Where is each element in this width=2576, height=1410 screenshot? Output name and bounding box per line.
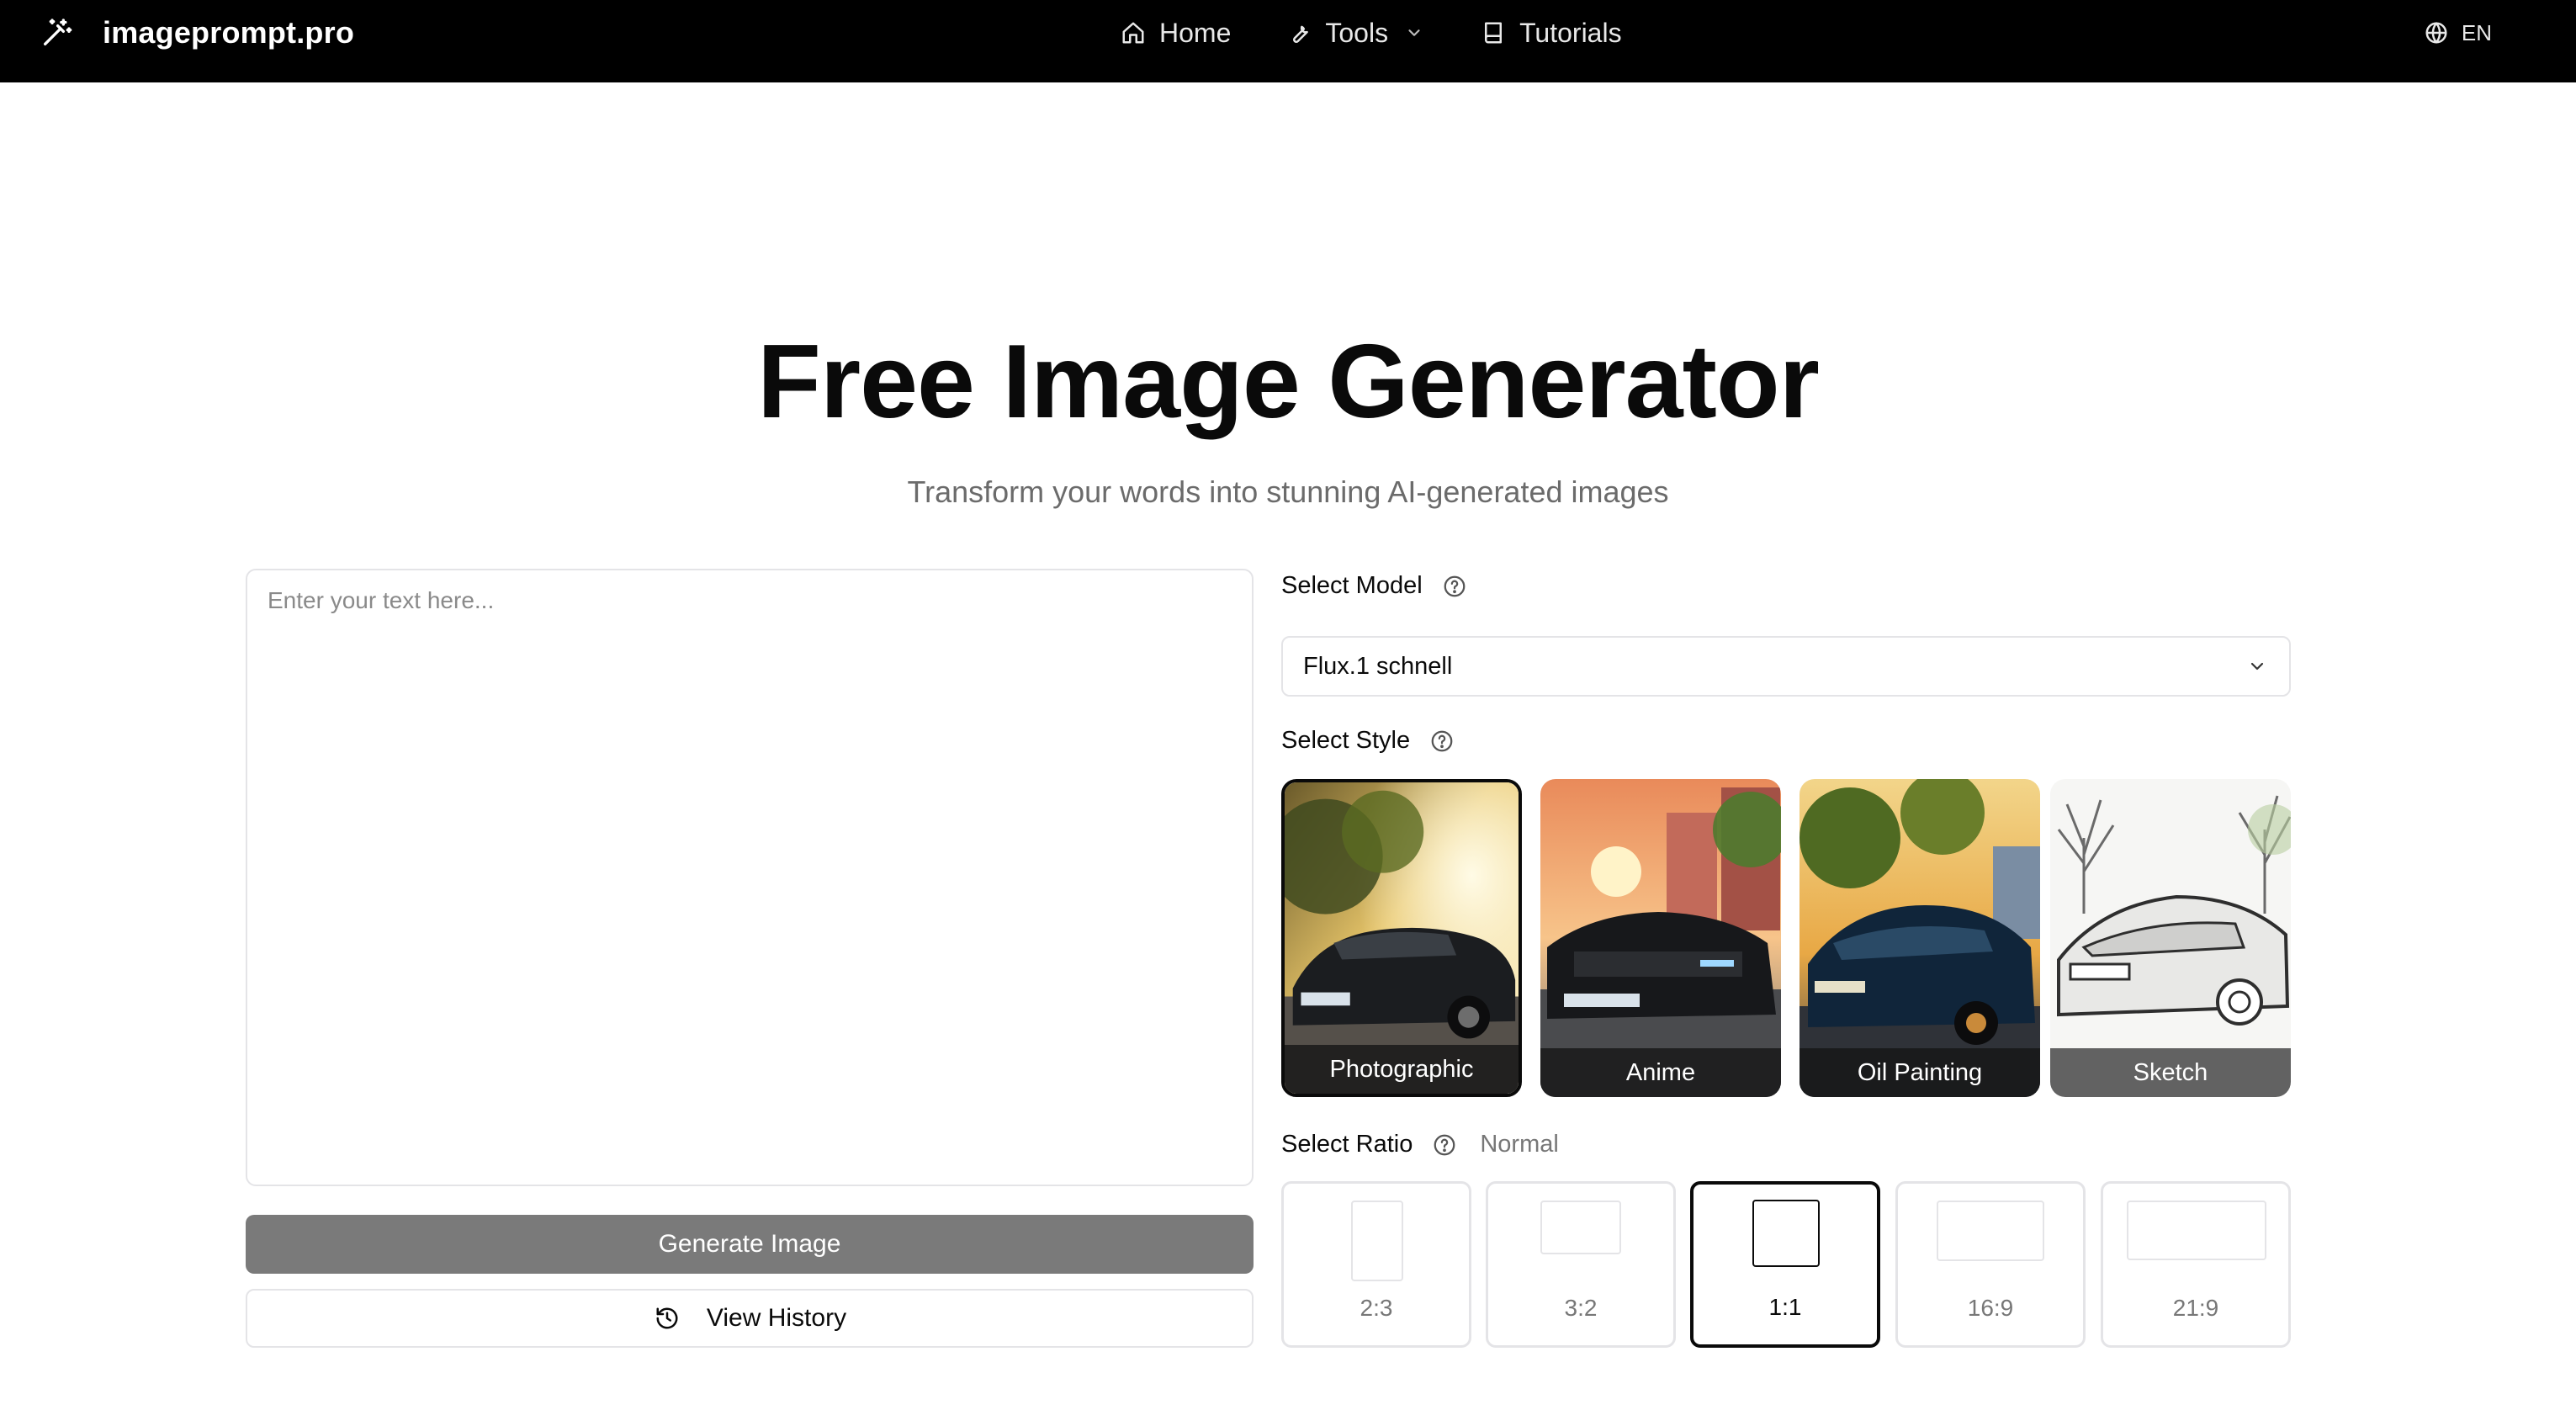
nav-tutorials-label: Tutorials [1519,17,1622,48]
ratio-options: 2:3 3:2 1:1 16:9 21:9 [1281,1181,2291,1348]
generate-image-button[interactable]: Generate Image [246,1215,1254,1274]
ratio-option-2-3[interactable]: 2:3 [1281,1181,1471,1348]
ratio-option-3-2[interactable]: 3:2 [1486,1181,1676,1348]
ratio-option-21-9[interactable]: 21:9 [2101,1181,2291,1348]
nav-tools[interactable]: Tools [1285,18,1425,49]
chevron-down-icon [1403,22,1425,44]
brand-name: imageprompt.pro [103,15,355,50]
ratio-label: 1:1 [1768,1294,1802,1320]
language-label: EN [2461,19,2492,45]
ratio-option-16-9[interactable]: 16:9 [1895,1181,2086,1348]
ratio-shape-preview [1937,1201,2044,1261]
page-subtitle: Transform your words into stunning AI-ge… [907,474,1669,509]
ratio-shape-preview [2127,1201,2266,1260]
globe-icon [2423,19,2450,46]
nav-home[interactable]: Home [1119,18,1231,49]
brand-link[interactable]: imageprompt.pro [37,0,354,66]
select-model-text: Select Model [1281,572,1423,599]
select-style-text: Select Style [1281,727,1411,754]
style-caption: Oil Painting [1799,1048,2040,1097]
select-ratio-text: Select Ratio [1281,1131,1413,1158]
nav-tools-label: Tools [1325,17,1389,48]
ratio-shape-preview [1752,1200,1820,1267]
help-circle-icon[interactable] [1431,1132,1458,1158]
ratio-shape-preview [1351,1201,1403,1281]
style-caption: Photographic [1285,1045,1519,1094]
ratio-label: 21:9 [2172,1295,2219,1321]
view-history-button[interactable]: View History [246,1289,1254,1348]
select-ratio-label: Select Ratio Normal [1281,1131,1559,1158]
style-options: Photographic Anime Oil Painting Sketch [1281,779,2291,1097]
style-option-anime[interactable]: Anime [1540,779,1781,1097]
select-style-label: Select Style [1281,727,1455,755]
page-title: Free Image Generator [757,324,1820,440]
history-icon [653,1304,681,1333]
main-nav: Home Tools Tutorials [1119,0,1622,66]
ratio-label: 3:2 [1564,1295,1598,1321]
help-circle-icon[interactable] [1428,728,1455,755]
style-option-sketch[interactable]: Sketch [2050,779,2291,1097]
ratio-label: 16:9 [1967,1295,2014,1321]
nav-tutorials[interactable]: Tutorials [1479,18,1622,49]
nav-home-label: Home [1159,17,1232,48]
home-icon [1119,19,1148,47]
model-select-value: Flux.1 schnell [1303,652,1453,680]
ratio-option-1-1[interactable]: 1:1 [1690,1181,1880,1348]
magic-wand-icon [37,13,76,52]
view-history-label: View History [706,1304,847,1332]
top-navbar: imageprompt.pro Home Tools Tutorials EN [0,0,2576,82]
select-model-label: Select Model [1281,572,1468,600]
language-switcher[interactable]: EN [2423,0,2492,66]
wrench-icon [1285,19,1313,47]
ratio-shape-preview [1540,1201,1621,1254]
book-icon [1479,19,1508,47]
prompt-input[interactable] [246,569,1254,1186]
help-circle-icon[interactable] [1441,573,1468,600]
ratio-label: 2:3 [1360,1295,1393,1321]
style-caption: Anime [1540,1048,1781,1097]
chevron-down-icon [2245,655,2269,678]
ratio-mode: Normal [1480,1131,1559,1158]
generate-image-label: Generate Image [658,1230,841,1258]
style-caption: Sketch [2050,1048,2291,1097]
model-select[interactable]: Flux.1 schnell [1281,636,2291,697]
style-option-photographic[interactable]: Photographic [1281,779,1522,1097]
style-option-oil-painting[interactable]: Oil Painting [1799,779,2040,1097]
